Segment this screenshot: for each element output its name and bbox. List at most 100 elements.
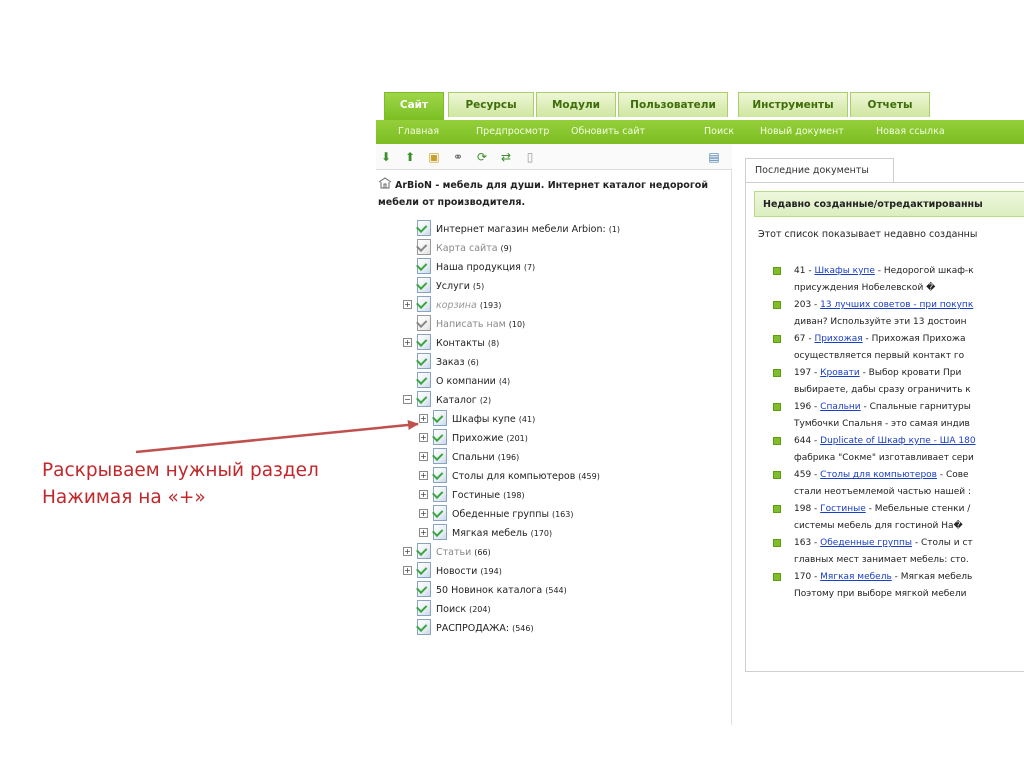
tree-node[interactable]: Заказ (6)	[417, 353, 479, 372]
tree-node[interactable]: Написать нам (10)	[417, 315, 525, 334]
expand-plus-icon[interactable]: +	[403, 338, 412, 347]
tree-node-child[interactable]: + Мягкая мебель (170)	[419, 524, 552, 543]
recent-item-excerpt: - Спальные гарнитуры	[860, 402, 971, 412]
tree-node-label[interactable]: Мягкая мебель	[452, 528, 528, 539]
recent-item-link[interactable]: 13 лучших советов - при покупк	[820, 300, 973, 310]
document-icon	[433, 524, 447, 540]
tree-node[interactable]: О компании (4)	[417, 372, 510, 391]
tree-node-label[interactable]: Столы для компьютеров	[452, 471, 575, 482]
tree-node-label[interactable]: Карта сайта	[436, 243, 498, 254]
tab-reports[interactable]: Отчеты	[850, 92, 930, 117]
tree-node-label[interactable]: Каталог	[436, 395, 477, 406]
expand-plus-icon[interactable]: +	[403, 547, 412, 556]
expand-plus-icon[interactable]: +	[419, 490, 428, 499]
expand-plus-icon[interactable]: +	[419, 471, 428, 480]
tree-node-child[interactable]: + Гостиные (198)	[419, 486, 525, 505]
recent-item-id: 203	[794, 300, 812, 310]
arrow-down-icon[interactable]: ⬇	[378, 149, 394, 165]
tree-node-label[interactable]: О компании	[436, 376, 496, 387]
tab-tools[interactable]: Инструменты	[738, 92, 848, 117]
cms-window: Сайт Ресурсы Модули Пользователи Инструм…	[376, 80, 1024, 725]
tree-node-label[interactable]: РАСПРОДАЖА:	[436, 623, 509, 634]
expand-plus-icon[interactable]: +	[419, 433, 428, 442]
tree-node[interactable]: + Новости (194)	[403, 562, 502, 581]
tree-node-label[interactable]: Наша продукция	[436, 262, 521, 273]
tree-node[interactable]: 50 Новинок каталога (544)	[417, 581, 567, 600]
subnav-search[interactable]: Поиск	[704, 120, 734, 144]
expand-plus-icon[interactable]: +	[419, 452, 428, 461]
tree-node-child[interactable]: + Столы для компьютеров (459)	[419, 467, 600, 486]
trash-icon[interactable]: ▯	[522, 149, 538, 165]
tree-node-label[interactable]: Статьи	[436, 547, 471, 558]
tree-node[interactable]: Услуги (5)	[417, 277, 484, 296]
tree-node-label[interactable]: Услуги	[436, 281, 470, 292]
tree-node-label[interactable]: Написать нам	[436, 319, 506, 330]
tree-root[interactable]: ArBioN - мебель для души. Интернет катал…	[378, 177, 718, 211]
tree-node-child[interactable]: + Обеденные группы (163)	[419, 505, 573, 524]
tree-node-child[interactable]: + Прихожие (201)	[419, 429, 528, 448]
recent-item-link[interactable]: Мягкая мебель	[820, 572, 892, 582]
subnav-home[interactable]: Главная	[398, 120, 439, 144]
tree-node[interactable]: Карта сайта (9)	[417, 239, 512, 258]
recent-item-link[interactable]: Прихожая	[814, 334, 862, 344]
tree-node-count: (201)	[506, 434, 528, 443]
tree-node-label[interactable]: Заказ	[436, 357, 465, 368]
tree-node-label[interactable]: Контакты	[436, 338, 485, 349]
subnav-preview[interactable]: Предпросмотр	[476, 120, 549, 144]
tree-node-count: (544)	[545, 586, 567, 595]
tab-resources[interactable]: Ресурсы	[448, 92, 534, 117]
expand-plus-icon[interactable]: +	[419, 509, 428, 518]
tree-node-label[interactable]: Шкафы купе	[452, 414, 516, 425]
recent-item-link[interactable]: Столы для компьютеров	[820, 470, 937, 480]
tree-node-label[interactable]: Обеденные группы	[452, 509, 549, 520]
recent-item-link[interactable]: Гостиные	[820, 504, 866, 514]
bullet-icon	[773, 539, 781, 547]
tree-node-label[interactable]: Поиск	[436, 604, 466, 615]
tree-root-title: ArBioN - мебель для души. Интернет катал…	[378, 180, 708, 208]
expand-plus-icon[interactable]: +	[419, 528, 428, 537]
recent-item-link[interactable]: Обеденные группы	[820, 538, 912, 548]
tree-node[interactable]: Наша продукция (7)	[417, 258, 535, 277]
tree-node[interactable]: + Контакты (8)	[403, 334, 499, 353]
tab-modules[interactable]: Модули	[536, 92, 616, 117]
refresh-icon[interactable]: ⟳	[474, 149, 490, 165]
tree-node-label[interactable]: 50 Новинок каталога	[436, 585, 542, 596]
tab-site[interactable]: Сайт	[384, 92, 444, 120]
collapse-minus-icon[interactable]: −	[403, 395, 412, 404]
tree-node-label[interactable]: Спальни	[452, 452, 495, 463]
tree-node-count: (198)	[503, 491, 525, 500]
tree-node[interactable]: Интернет магазин мебели Arbion: (1)	[417, 220, 620, 239]
tree-node-label[interactable]: Прихожие	[452, 433, 503, 444]
tree-node-label[interactable]: корзина	[436, 300, 477, 311]
recent-item: 644 - Duplicate of Шкаф купе - ША 180 фаб…	[770, 433, 1024, 467]
sort-icon[interactable]: ⇄	[498, 149, 514, 165]
tree-node[interactable]: Поиск (204)	[417, 600, 491, 619]
expand-plus-icon[interactable]: +	[419, 414, 428, 423]
arrow-up-icon[interactable]: ⬆	[402, 149, 418, 165]
tree-node[interactable]: + корзина (193)	[403, 296, 501, 315]
collapse-panel-icon[interactable]: ▤	[706, 149, 722, 165]
recent-item-link[interactable]: Кровати	[820, 368, 860, 378]
recent-item-link[interactable]: Шкафы купе	[814, 266, 874, 276]
tree-node-child[interactable]: + Спальни (196)	[419, 448, 519, 467]
recent-item-link[interactable]: Спальни	[820, 402, 860, 412]
tree-node-catalog[interactable]: − Каталог (2)	[403, 391, 491, 410]
tree-node-label[interactable]: Интернет магазин мебели Arbion:	[436, 224, 606, 235]
sub-navigation: Главная Предпросмотр Обновить сайт Поиск…	[376, 120, 1024, 144]
tab-recent-documents[interactable]: Последние документы	[745, 158, 894, 182]
subnav-new-link[interactable]: Новая ссылка	[876, 120, 945, 144]
expand-plus-icon[interactable]: +	[403, 566, 412, 575]
subnav-new-document[interactable]: Новый документ	[760, 120, 844, 144]
expand-plus-icon[interactable]: +	[403, 300, 412, 309]
tab-users[interactable]: Пользователи	[618, 92, 728, 117]
new-link-icon[interactable]: ⚭	[450, 149, 466, 165]
tree-node-child[interactable]: + Шкафы купе (41)	[419, 410, 535, 429]
new-document-icon[interactable]: ▣	[426, 149, 442, 165]
subnav-refresh-site[interactable]: Обновить сайт	[571, 120, 645, 144]
tree-node-label[interactable]: Новости	[436, 566, 477, 577]
tree-node[interactable]: РАСПРОДАЖА: (546)	[417, 619, 534, 638]
recent-item-link[interactable]: Duplicate of Шкаф купе - ША 180	[820, 436, 975, 446]
tree-node-label[interactable]: Гостиные	[452, 490, 500, 501]
document-icon	[417, 258, 431, 274]
tree-node[interactable]: + Статьи (66)	[403, 543, 491, 562]
